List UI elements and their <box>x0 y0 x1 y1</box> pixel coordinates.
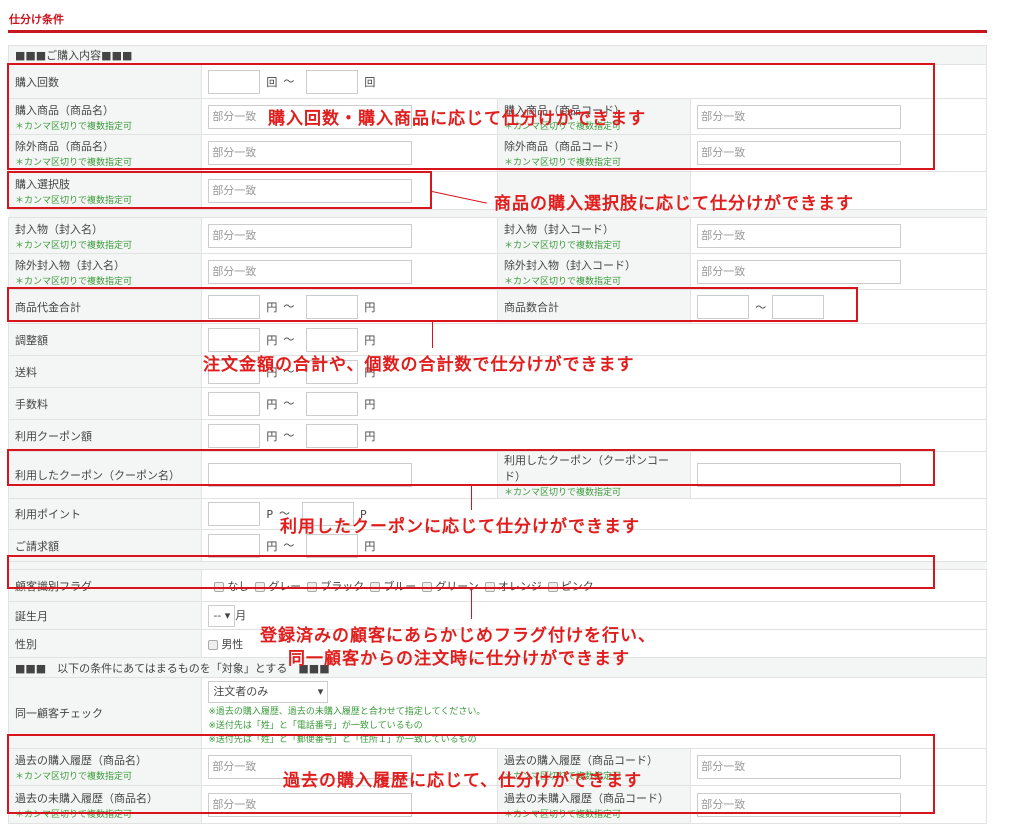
annotation-line <box>432 322 433 348</box>
insert-code-input[interactable]: 部分一致 <box>697 223 902 248</box>
coupon-amount-min-input[interactable] <box>208 423 261 448</box>
multi-value-note: ＊カンマ区切りで複数指定可 <box>503 488 621 498</box>
field-label: 手数料 <box>7 387 203 420</box>
annotation-line <box>471 589 472 619</box>
annotation-box <box>7 555 935 589</box>
unit-label: 円 <box>364 539 376 553</box>
annotation-text: 過去の購入履歴に応じて、仕分けができます <box>283 771 643 791</box>
unit-label: 円 <box>266 333 278 347</box>
unit-label: 円 <box>266 429 278 443</box>
annotation-text: 利用したクーポンに応じて仕分けができます <box>280 517 640 537</box>
field-label: 利用ポイント <box>7 498 203 530</box>
fee-max-input[interactable] <box>306 391 359 416</box>
annotation-text: 商品の購入選択肢に応じて仕分けができます <box>494 194 854 214</box>
annotation-box <box>7 287 858 322</box>
points-min-input[interactable] <box>208 502 261 526</box>
field-label: 除外封入物（封入コード） ＊カンマ区切りで複数指定可 <box>496 253 692 290</box>
annotation-text: 購入回数・購入商品に応じて仕分けができます <box>268 109 646 129</box>
billing-max-input[interactable] <box>306 533 359 558</box>
adjust-max-input[interactable] <box>306 327 359 352</box>
label-text: 手数料 <box>15 397 48 411</box>
label-text: 利用クーポン額 <box>15 429 92 443</box>
adjust-min-input[interactable] <box>208 327 261 352</box>
label-text: 封入物（封入コード） <box>503 222 614 236</box>
excl-insert-name-input[interactable]: 部分一致 <box>208 259 413 284</box>
range-separator: ～ <box>283 396 295 410</box>
annotation-line <box>471 486 472 510</box>
label-text: 性別 <box>15 637 37 651</box>
unit-label: 月 <box>235 608 247 622</box>
label-text: 封入物（封入名） <box>15 222 103 236</box>
label-text: ご請求額 <box>15 539 59 553</box>
label-text: 除外封入物（封入コード） <box>503 258 636 272</box>
title-divider <box>8 30 987 33</box>
field-label: 誕生月 <box>7 601 203 630</box>
help-note: ※送付先は「姓」と「電話番号」が一致しているもの <box>208 721 423 731</box>
multi-value-note: ＊カンマ区切りで複数指定可 <box>15 240 133 251</box>
birth-month-select[interactable]: -- ▾ <box>208 604 236 627</box>
table-row: 利用クーポン額 円 ～ 円 <box>7 419 987 452</box>
annotation-text: 同一顧客からの注文時に仕分けができます <box>288 649 630 669</box>
table-row: ■■■ご購入内容■■■ <box>8 45 987 65</box>
annotation-text: 注文金額の合計や、個数の合計数で仕分けができます <box>203 355 635 375</box>
field-label: 除外封入物（封入名） ＊カンマ区切りで複数指定可 <box>7 253 203 290</box>
field-label: 性別 <box>7 629 203 658</box>
table-row: 封入物（封入名） ＊カンマ区切りで複数指定可 部分一致 封入物（封入コード） ＊カンマ区… <box>7 217 987 254</box>
page-title: 仕分け条件 <box>9 13 64 26</box>
unit-label: 円 <box>364 333 376 347</box>
billing-min-input[interactable] <box>208 533 261 558</box>
range-separator: ～ <box>283 332 295 346</box>
table-row: 手数料 円 ～ 円 <box>7 387 987 420</box>
insert-name-input[interactable]: 部分一致 <box>208 223 413 248</box>
excl-insert-code-input[interactable]: 部分一致 <box>697 259 902 284</box>
help-note: ※過去の購入履歴、過去の未購入履歴と合わせて指定してください。 <box>208 707 486 717</box>
field-label: 封入物（封入名） ＊カンマ区切りで複数指定可 <box>7 217 203 254</box>
same-customer-select[interactable]: 注文者のみ ▾ <box>208 681 329 703</box>
unit-label: P <box>266 507 273 521</box>
field-label: 送料 <box>7 355 203 388</box>
annotation-text: 登録済みの顧客にあらかじめフラグ付けを行い、 <box>260 626 656 646</box>
multi-value-note: ＊カンマ区切りで複数指定可 <box>503 276 621 287</box>
label-text: 誕生月 <box>15 609 48 623</box>
section-header: ■■■ご購入内容■■■ <box>8 45 987 65</box>
unit-label: 円 <box>266 397 278 411</box>
label-text: 利用ポイント <box>15 508 81 521</box>
multi-value-note: ＊カンマ区切りで複数指定可 <box>503 240 621 251</box>
checkbox-icon[interactable] <box>208 639 219 650</box>
label-text: 同一顧客チェック <box>15 707 103 720</box>
unit-label: 円 <box>364 397 376 411</box>
gender-checkbox[interactable]: 男性 <box>208 638 243 651</box>
label-text: 除外封入物（封入名） <box>15 258 125 272</box>
unit-label: 円 <box>266 539 278 553</box>
label-text: 送料 <box>15 365 37 379</box>
field-label: 封入物（封入コード） ＊カンマ区切りで複数指定可 <box>496 217 692 254</box>
table-row: 除外封入物（封入名） ＊カンマ区切りで複数指定可 部分一致 除外封入物（封入コード） ＊… <box>7 253 987 290</box>
field-label: 調整額 <box>7 323 203 356</box>
range-separator: ～ <box>283 538 295 552</box>
annotation-box <box>7 449 935 486</box>
unit-label: 円 <box>364 429 376 443</box>
annotation-box <box>7 171 432 209</box>
fee-min-input[interactable] <box>208 391 261 416</box>
multi-value-note: ＊カンマ区切りで複数指定可 <box>15 276 133 287</box>
label-text: 調整額 <box>15 333 48 347</box>
range-separator: ～ <box>283 428 295 442</box>
coupon-amount-max-input[interactable] <box>306 423 359 448</box>
field-label: 利用クーポン額 <box>7 419 203 452</box>
